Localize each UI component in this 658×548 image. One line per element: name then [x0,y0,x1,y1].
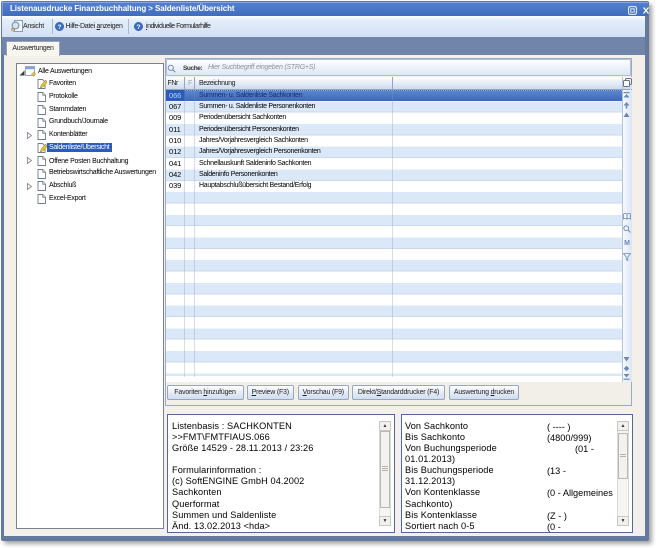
svg-text:?: ? [58,24,62,31]
svg-text:M: M [624,240,630,246]
svg-text:?: ? [137,24,141,31]
